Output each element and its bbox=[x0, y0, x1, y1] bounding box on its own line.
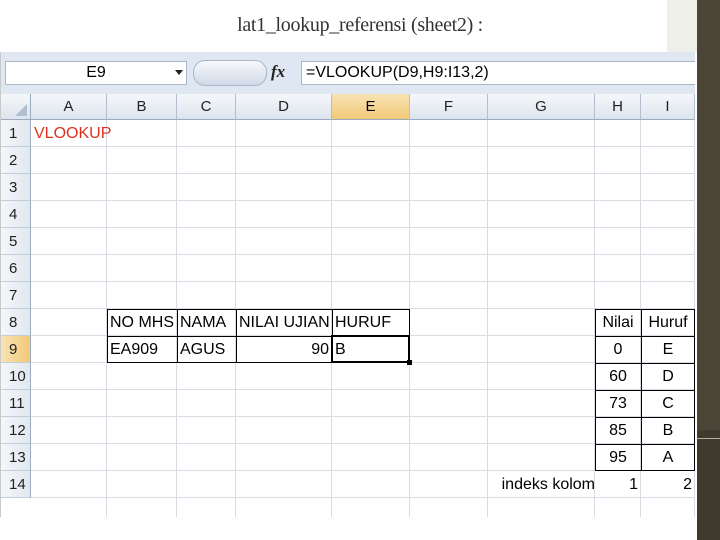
cell-i14[interactable]: 2 bbox=[641, 471, 695, 498]
table-border bbox=[595, 363, 695, 364]
row-header-7[interactable]: 7 bbox=[1, 282, 31, 309]
column-header-d[interactable]: D bbox=[236, 94, 332, 120]
cell-i9[interactable]: E bbox=[641, 336, 695, 363]
name-box[interactable]: E9 bbox=[5, 61, 187, 85]
spreadsheet: E9 fx =VLOOKUP(D9,H9:I13,2) ABCDEFGHI 12… bbox=[0, 52, 695, 517]
row-header-9[interactable]: 9 bbox=[1, 336, 31, 363]
slide-title: lat1_lookup_referensi (sheet2) : bbox=[237, 14, 483, 36]
table-border bbox=[595, 336, 695, 337]
row-header-14[interactable]: 14 bbox=[1, 471, 31, 498]
gridline bbox=[31, 173, 695, 174]
cell-i12[interactable]: B bbox=[641, 417, 695, 444]
cell-c9[interactable]: AGUS bbox=[177, 336, 236, 363]
cell-h12[interactable]: 85 bbox=[595, 417, 641, 444]
fill-handle[interactable] bbox=[407, 360, 412, 365]
column-header-e[interactable]: E bbox=[332, 94, 410, 120]
row-header-3[interactable]: 3 bbox=[1, 174, 31, 201]
row-header-11[interactable]: 11 bbox=[1, 390, 31, 417]
row-header-12[interactable]: 12 bbox=[1, 417, 31, 444]
cell-i10[interactable]: D bbox=[641, 363, 695, 390]
cell-i11[interactable]: C bbox=[641, 390, 695, 417]
row-header-8[interactable]: 8 bbox=[1, 309, 31, 336]
active-cell-outline bbox=[331, 335, 410, 363]
gridline bbox=[31, 254, 695, 255]
insert-function-icon[interactable]: fx bbox=[271, 62, 285, 82]
frame-decoration bbox=[697, 438, 720, 439]
gridline bbox=[31, 281, 695, 282]
column-header-i[interactable]: I bbox=[641, 94, 695, 120]
table-border bbox=[595, 444, 695, 445]
table-border bbox=[595, 390, 695, 391]
cell-a1[interactable]: VLOOKUP bbox=[31, 120, 111, 147]
cell-h13[interactable]: 95 bbox=[595, 444, 641, 471]
column-header-f[interactable]: F bbox=[410, 94, 488, 120]
cell-g14[interactable]: indeks kolom bbox=[488, 471, 601, 498]
cell-h8[interactable]: Nilai bbox=[595, 309, 641, 336]
gridline bbox=[487, 120, 488, 517]
cell-i13[interactable]: A bbox=[641, 444, 695, 471]
cell-h14[interactable]: 1 bbox=[595, 471, 641, 498]
cell-d9[interactable]: 90 bbox=[236, 336, 332, 363]
column-header-b[interactable]: B bbox=[107, 94, 177, 120]
formula-input[interactable]: =VLOOKUP(D9,H9:I13,2) bbox=[301, 61, 695, 85]
row-header-10[interactable]: 10 bbox=[1, 363, 31, 390]
cell-e8[interactable]: HURUF bbox=[332, 309, 410, 336]
cell-h11[interactable]: 73 bbox=[595, 390, 641, 417]
cell-i8[interactable]: Huruf bbox=[641, 309, 695, 336]
table-border bbox=[595, 417, 695, 418]
column-header-a[interactable]: A bbox=[31, 94, 107, 120]
chevron-down-icon[interactable] bbox=[175, 70, 183, 75]
frame-decoration bbox=[697, 430, 720, 540]
cell-b8[interactable]: NO MHS bbox=[107, 309, 177, 336]
cell-d8[interactable]: NILAI UJIAN bbox=[236, 309, 332, 336]
formula-bar: E9 fx =VLOOKUP(D9,H9:I13,2) bbox=[1, 52, 695, 95]
formula-bar-resize-handle[interactable] bbox=[193, 60, 267, 86]
column-header-h[interactable]: H bbox=[595, 94, 641, 120]
cell-c8[interactable]: NAMA bbox=[177, 309, 236, 336]
column-header-c[interactable]: C bbox=[177, 94, 236, 120]
gridline bbox=[31, 200, 695, 201]
row-header-13[interactable]: 13 bbox=[1, 444, 31, 471]
row-header-6[interactable]: 6 bbox=[1, 255, 31, 282]
cell-h9[interactable]: 0 bbox=[595, 336, 641, 363]
row-header-1[interactable]: 1 bbox=[1, 120, 31, 147]
row-header-4[interactable]: 4 bbox=[1, 201, 31, 228]
gridline bbox=[31, 227, 695, 228]
column-header-g[interactable]: G bbox=[488, 94, 595, 120]
row-header-5[interactable]: 5 bbox=[1, 228, 31, 255]
frame-decoration bbox=[667, 0, 697, 52]
cell-b9[interactable]: EA909 bbox=[107, 336, 177, 363]
cell-h10[interactable]: 60 bbox=[595, 363, 641, 390]
gridline bbox=[31, 146, 695, 147]
row-header-2[interactable]: 2 bbox=[1, 147, 31, 174]
select-all-icon bbox=[15, 104, 27, 116]
